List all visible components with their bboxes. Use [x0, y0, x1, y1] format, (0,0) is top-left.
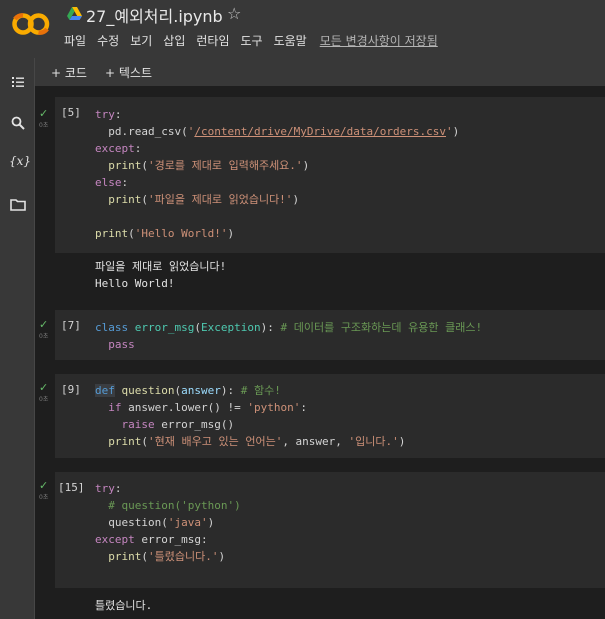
cell-output: 파일을 제대로 읽었습니다! Hello World!: [95, 258, 226, 292]
code-editor[interactable]: try: pd.read_csv( '/content/drive/MyDrive…: [95, 106, 459, 242]
code-editor[interactable]: try: # question('python') question('java…: [95, 480, 241, 565]
code-token: def: [95, 384, 115, 397]
code-token: print: [95, 227, 129, 240]
menu-edit[interactable]: 수정: [97, 32, 119, 49]
code-token: 'Hello World!': [134, 227, 228, 240]
code-token: error_msg:: [134, 533, 208, 546]
output-line: 파일을 제대로 읽었습니다!: [95, 260, 227, 273]
cell-prompt[interactable]: [9]: [61, 383, 81, 396]
drive-icon[interactable]: [67, 7, 82, 20]
toc-icon[interactable]: [9, 73, 27, 91]
code-token: '틀렸습니다.': [148, 550, 219, 563]
save-status[interactable]: 모든 변경사항이 저장됨: [320, 32, 438, 49]
code-token: Exception: [200, 321, 261, 334]
exec-time: 0초: [39, 122, 49, 129]
code-token: print: [108, 550, 142, 563]
code-token: class: [95, 321, 129, 334]
code-token: try: [95, 482, 115, 495]
exec-time: 0초: [39, 396, 49, 403]
code-token: # question('python'): [108, 499, 241, 512]
code-token: pd.read_csv(: [95, 125, 188, 138]
code-cell[interactable]: [9] def question(answer): # 함수! if answe…: [55, 374, 605, 458]
output-line: Hello World!: [95, 277, 175, 290]
add-text-button[interactable]: + 텍스트: [105, 64, 152, 81]
code-editor[interactable]: def question(answer): # 함수! if answer.lo…: [95, 382, 405, 450]
code-token: '경로를 제대로 입력해주세요.': [148, 159, 303, 172]
code-token: try: [95, 108, 115, 121]
add-code-button[interactable]: + 코드: [51, 64, 87, 81]
cell-output: 틀렸습니다.: [95, 597, 152, 614]
star-icon[interactable]: ☆: [227, 4, 241, 23]
exec-success-icon: ✓: [39, 107, 49, 120]
output-line: 틀렸습니다.: [95, 599, 153, 612]
code-token: else: [95, 176, 122, 189]
menu-file[interactable]: 파일: [64, 32, 86, 49]
code-token: print: [108, 435, 142, 448]
code-token: except: [95, 142, 135, 155]
code-token: except: [95, 533, 135, 546]
code-cell[interactable]: [15] try: # question('python') question(…: [55, 472, 605, 588]
exec-success-icon: ✓: [39, 381, 49, 394]
exec-time: 0초: [39, 494, 49, 501]
menu-view[interactable]: 보기: [130, 32, 152, 49]
code-token: ): [452, 125, 460, 138]
exec-success-icon: ✓: [39, 479, 49, 492]
code-token: # 함수!: [240, 384, 281, 397]
code-token: , answer,: [282, 435, 349, 448]
code-editor[interactable]: class error_msg(Exception): # 데이터를 구조화하는…: [95, 319, 482, 353]
colab-logo[interactable]: [12, 11, 50, 37]
search-icon[interactable]: [9, 114, 27, 132]
code-token: error_msg(): [154, 418, 235, 431]
menu-insert[interactable]: 삽입: [163, 32, 185, 49]
code-token: question: [121, 384, 175, 397]
code-token: answer.lower() !=: [121, 401, 248, 414]
exec-time: 0초: [39, 333, 49, 340]
code-token[interactable]: /content/drive/MyDrive/data/orders.csv: [194, 125, 446, 138]
code-token: raise: [121, 418, 155, 431]
notebook-title[interactable]: 27_예외처리.ipynb: [86, 3, 223, 27]
code-cell[interactable]: [7] class error_msg(Exception): # 데이터를 구…: [55, 310, 605, 360]
code-token: # 데이터를 구조화하는데 유용한 클래스!: [280, 321, 483, 334]
code-token: 'java': [167, 516, 208, 529]
menu-bar: 파일 수정 보기 삽입 런타임 도구 도움말 모든 변경사항이 저장됨: [64, 32, 449, 49]
exec-success-icon: ✓: [39, 318, 49, 331]
menu-tools[interactable]: 도구: [241, 32, 263, 49]
cell-prompt[interactable]: [5]: [61, 106, 81, 119]
code-token: :: [114, 108, 122, 121]
left-sidebar: {x}: [0, 58, 35, 619]
code-token: '현재 배우고 있는 언어는': [148, 435, 283, 448]
code-token: :: [134, 142, 142, 155]
menu-help[interactable]: 도움말: [274, 32, 307, 49]
code-token: error_msg: [134, 321, 195, 334]
code-token: :: [121, 176, 129, 189]
variables-icon[interactable]: {x}: [9, 154, 31, 172]
code-cell[interactable]: [5] try: pd.read_csv( '/content/drive/MyD…: [55, 97, 605, 253]
code-token: 'python': [247, 401, 301, 414]
cell-prompt[interactable]: [15]: [58, 481, 85, 494]
menu-runtime[interactable]: 런타임: [196, 32, 229, 49]
code-token: ': [446, 125, 453, 138]
code-token: if: [108, 401, 122, 414]
code-token: question(: [108, 516, 168, 529]
notebook-toolbar: + 코드 + 텍스트: [35, 58, 605, 86]
code-token: pass: [108, 338, 135, 351]
code-token: answer: [181, 384, 221, 397]
top-bar: 27_예외처리.ipynb ☆ 파일 수정 보기 삽입 런타임 도구 도움말 모…: [0, 0, 605, 58]
code-token: print: [108, 193, 142, 206]
code-token: '입니다.': [348, 435, 399, 448]
code-token: print: [108, 159, 142, 172]
cell-prompt[interactable]: [7]: [61, 319, 81, 332]
folder-icon[interactable]: [9, 196, 27, 214]
code-token: '파일을 제대로 읽었습니다!': [148, 193, 293, 206]
